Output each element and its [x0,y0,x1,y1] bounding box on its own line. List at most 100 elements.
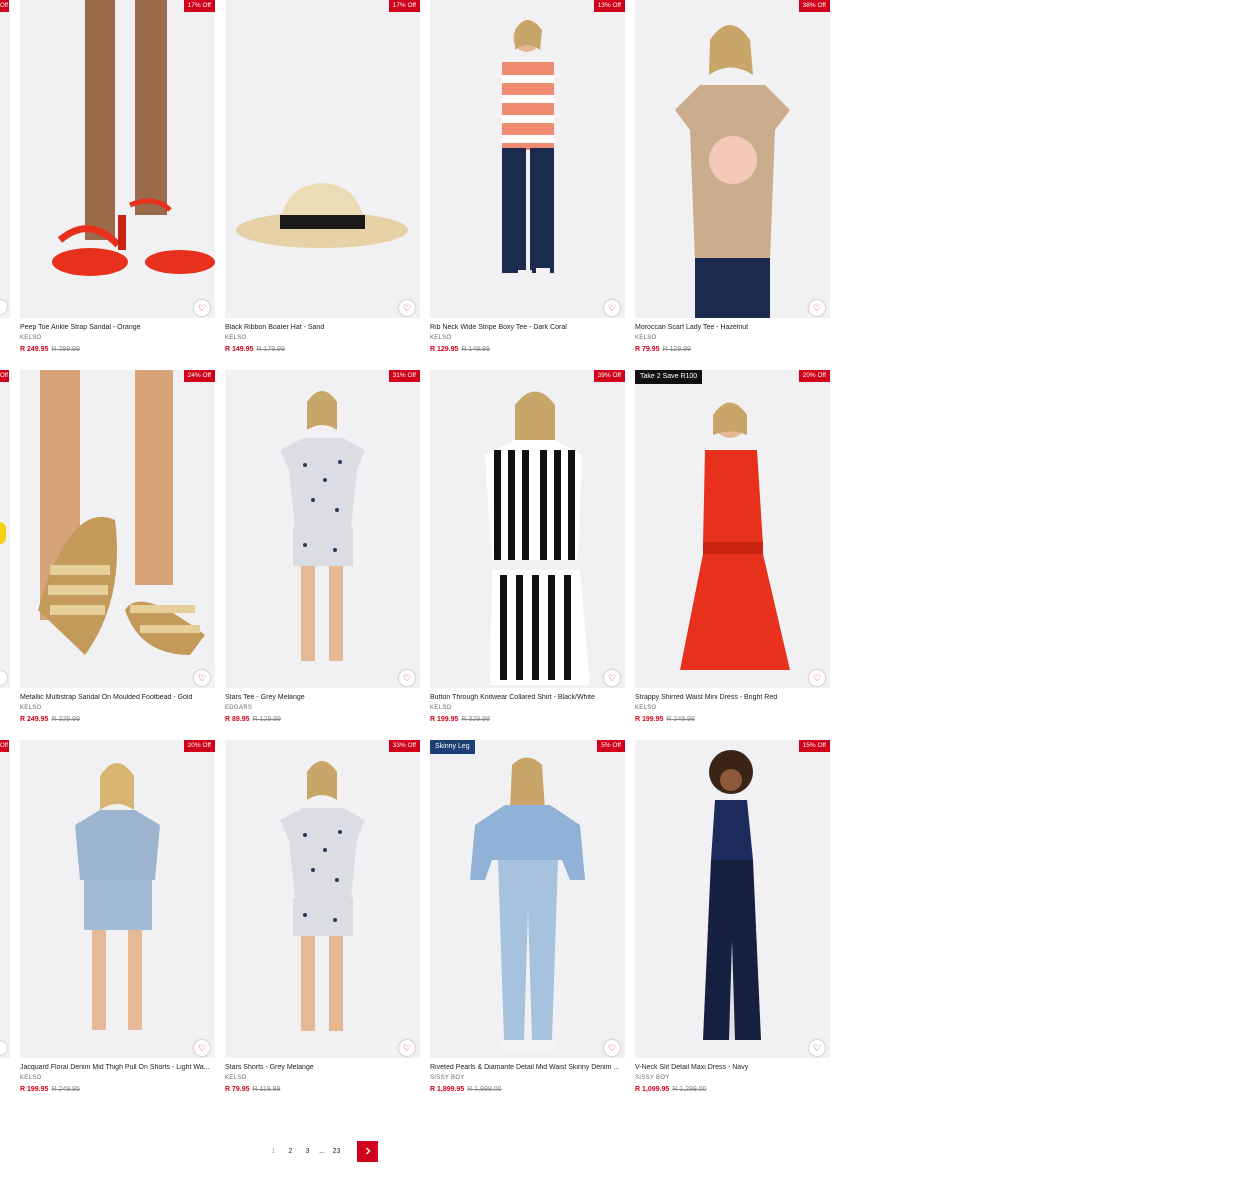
product-price: R 199.95 R 249.95 [20,1086,80,1093]
product-image[interactable] [20,0,215,318]
discount-badge: 17% Off [183,0,215,12]
product-photo [502,20,554,300]
product-title[interactable]: Black Ribbon Boater Hat - Sand [225,324,420,331]
product-card[interactable]: 33% Off ♡ Stars Shorts - Grey Melange KE… [225,740,420,1105]
product-photo [470,757,585,1052]
promo-badge: Take 2 Save R100 [635,370,703,384]
product-title[interactable]: Metallic Multistrap Sandal On Moulded Fo… [20,694,215,701]
wishlist-button[interactable]: ♡ [194,1040,210,1056]
wishlist-button[interactable]: ♡ [604,300,620,316]
wishlist-button[interactable]: ♡ [194,300,210,316]
product-image-edge[interactable] [0,0,10,318]
original-price: R 329.99 [51,716,80,723]
page-link-2[interactable]: 2 [282,1148,299,1155]
product-card[interactable]: 20% Off Take 2 Save R100 ♡ Strappy Shirr… [635,370,830,735]
sale-price: R 149.95 [225,346,254,353]
product-title[interactable]: Strappy Shirred Waist Mini Dress - Brigh… [635,694,830,701]
product-title[interactable]: V-Neck Slit Detail Maxi Dress - Navy [635,1064,830,1071]
product-price: R 199.95 R 249.99 [635,716,695,723]
heart-outline-icon: ♡ [607,673,617,683]
product-brand: KELSO [635,335,657,341]
wishlist-button[interactable]: ♡ [809,300,825,316]
discount-badge: 20% Off [183,740,215,752]
product-image[interactable] [225,0,420,318]
product-image[interactable] [635,740,830,1058]
product-card[interactable]: 39% Off ♡ Button Through Knitwear Collar… [430,370,625,735]
product-photo [75,763,160,1030]
product-card[interactable]: 17% Off ♡ Peep Toe Ankle Strap Sandal - … [20,0,215,365]
product-title[interactable]: Jacquard Floral Denim Mid Thigh Pull On … [20,1064,215,1071]
wishlist-button[interactable]: ♡ [399,670,415,686]
wishlist-button[interactable]: ♡ [194,670,210,686]
heart-outline-icon: ♡ [197,1043,207,1053]
product-title[interactable]: Moroccan Scarf Lady Tee - Hazelnut [635,324,830,331]
product-title[interactable]: Stars Shorts - Grey Melange [225,1064,420,1071]
product-price: R 79.95 R 119.99 [225,1086,280,1093]
wishlist-button[interactable]: ♡ [604,1040,620,1056]
product-image[interactable] [635,0,830,318]
heart-outline-icon: ♡ [197,673,207,683]
heart-outline-icon: ♡ [402,1043,412,1053]
discount-badge-edge: Off [0,740,9,752]
product-image[interactable] [430,370,625,688]
original-price: R 249.99 [666,716,695,723]
page-link-3[interactable]: 3 [299,1148,316,1155]
heart-outline-icon: ♡ [812,303,822,313]
page-current[interactable]: 1 [265,1148,282,1155]
heart-outline-icon: ♡ [812,1043,822,1053]
product-image[interactable] [430,740,625,1058]
heart-outline-icon: ♡ [812,673,822,683]
wishlist-button[interactable]: ♡ [399,300,415,316]
original-price: R 299.99 [51,346,80,353]
next-page-button[interactable] [357,1140,378,1162]
original-price: R 129.99 [252,716,281,723]
product-card[interactable]: 5% Off Skinny Leg ♡ Riveted Pearls & Dia… [430,740,625,1105]
discount-badge: 33% Off [388,740,420,752]
product-image-edge[interactable] [0,740,10,1058]
original-price: R 179.99 [256,346,285,353]
sale-price: R 129.95 [430,346,459,353]
discount-badge: 13% Off [593,0,625,12]
product-card[interactable]: 31% Off ♡ Stars Tee - Grey Melange EDGAR… [225,370,420,735]
product-photo [236,183,408,248]
sale-price: R 199.95 [430,716,459,723]
product-title[interactable]: Peep Toe Ankle Strap Sandal - Orange [20,324,215,331]
wishlist-button[interactable]: ♡ [809,1040,825,1056]
discount-badge-edge: Off [0,370,9,382]
original-price: R 119.99 [252,1086,281,1093]
product-brand: SISSY BOY [430,1075,465,1081]
sale-price: R 199.95 [635,716,664,723]
product-price: R 1,899.95 R 1,999.00 [430,1086,502,1093]
wishlist-button[interactable]: ♡ [809,670,825,686]
product-title[interactable]: Button Through Knitwear Collared Shirt -… [430,694,625,701]
product-card[interactable]: 13% Off ♡ Rib Neck Wide Stripe Boxy Tee … [430,0,625,365]
sale-price: R 79.95 [225,1086,250,1093]
heart-outline-icon: ♡ [607,1043,617,1053]
product-photo [280,391,365,661]
product-title[interactable]: Stars Tee - Grey Melange [225,694,420,701]
product-image[interactable] [225,740,420,1058]
product-card[interactable]: 20% Off ♡ Jacquard Floral Denim Mid Thig… [20,740,215,1105]
product-card[interactable]: 24% Off ♡ Metallic Multistrap Sandal On … [20,370,215,735]
wishlist-button[interactable]: ♡ [399,1040,415,1056]
product-brand: KELSO [20,335,42,341]
product-image[interactable] [430,0,625,318]
wishlist-button[interactable]: ♡ [604,670,620,686]
product-photo [675,25,790,318]
product-price: R 199.95 R 329.99 [430,716,490,723]
product-price: R 1,099.95 R 1,299.00 [635,1086,707,1093]
original-price: R 1,299.00 [672,1086,707,1093]
sale-price: R 1,099.95 [635,1086,670,1093]
product-title[interactable]: Rib Neck Wide Stripe Boxy Tee - Dark Cor… [430,324,625,331]
product-brand: KELSO [20,705,42,711]
product-card[interactable]: 38% Off ♡ Moroccan Scarf Lady Tee - Haze… [635,0,830,365]
original-price: R 249.95 [51,1086,80,1093]
product-image[interactable] [225,370,420,688]
product-card[interactable]: 15% Off ♡ V-Neck Slit Detail Maxi Dress … [635,740,830,1105]
product-title[interactable]: Riveted Pearls & Diamante Detail Mid Wai… [430,1064,625,1071]
product-image[interactable] [20,370,215,688]
product-card[interactable]: 17% Off ♡ Black Ribbon Boater Hat - Sand… [225,0,420,365]
page-link-last[interactable]: 23 [328,1148,345,1155]
product-image[interactable] [20,740,215,1058]
product-image[interactable] [635,370,830,688]
